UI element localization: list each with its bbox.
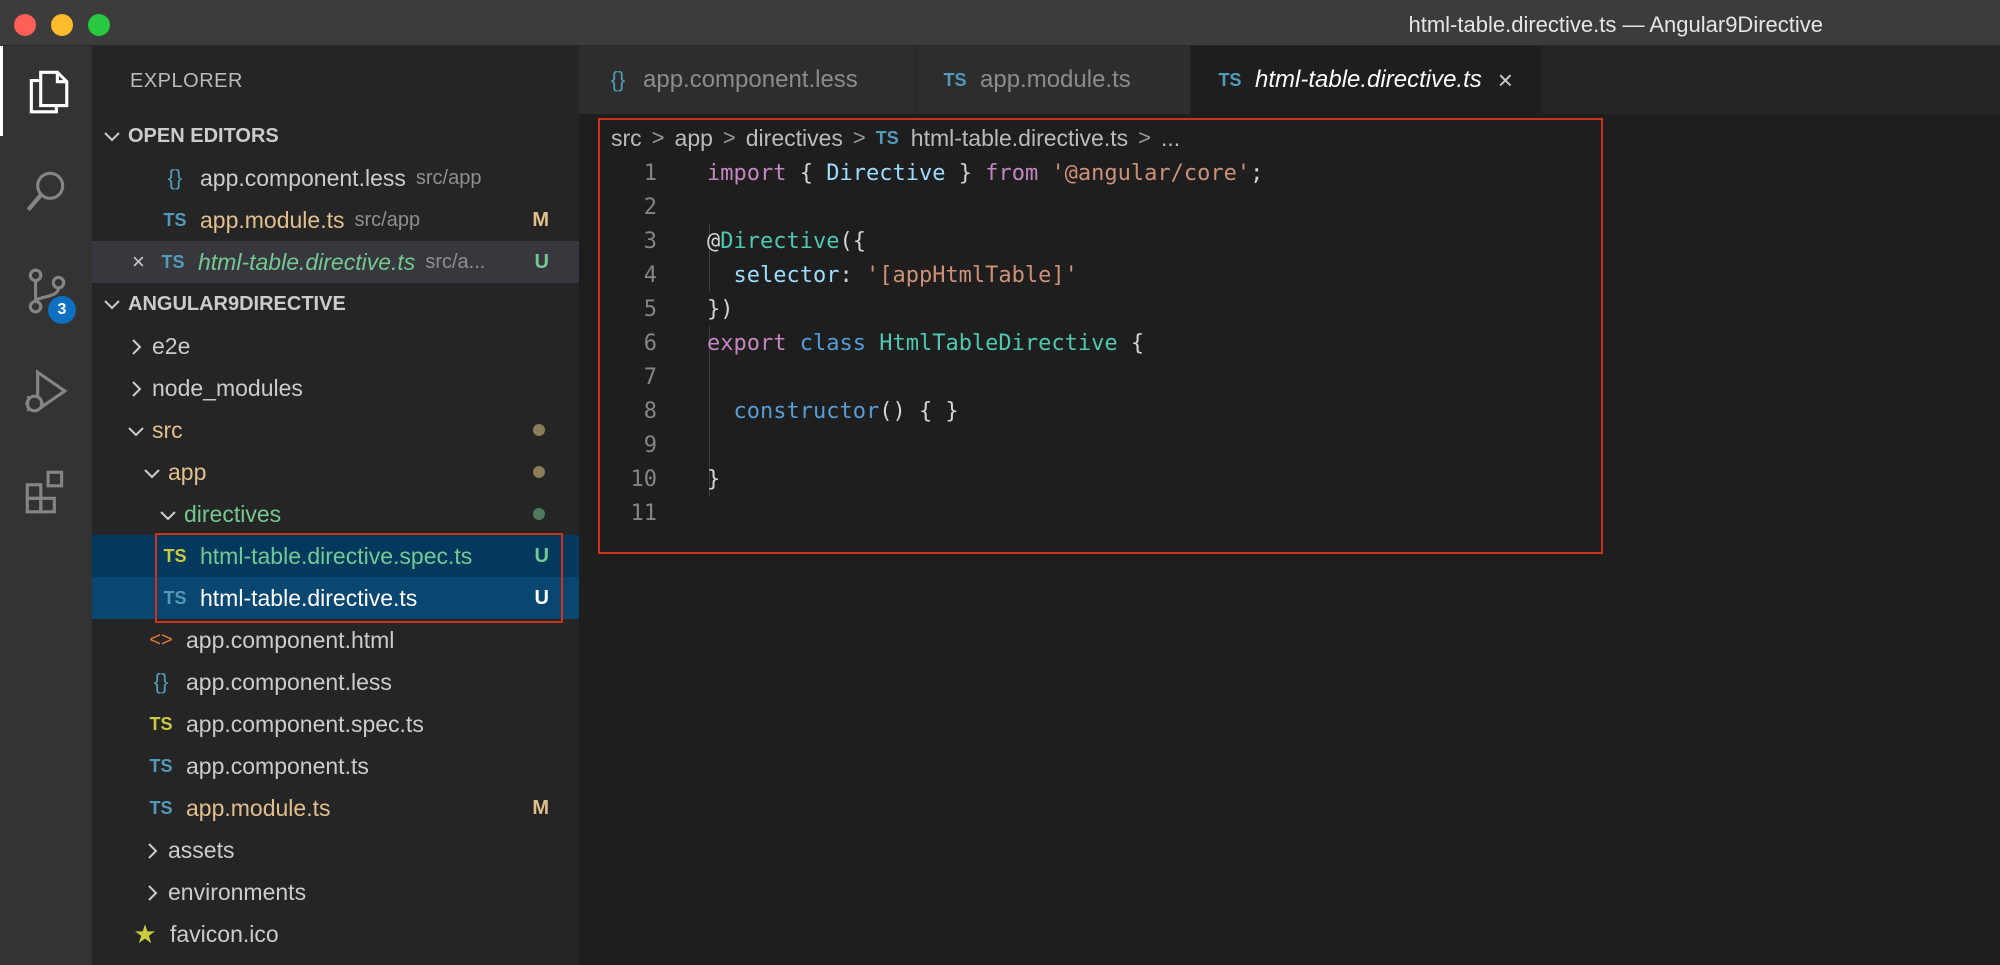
explorer-sidebar: EXPLORER OPEN EDITORS {} app.component.l…: [92, 46, 579, 965]
search-icon: [26, 171, 65, 212]
typescript-file-icon: TS: [149, 797, 173, 818]
tree-folder-environments[interactable]: environments: [92, 871, 579, 913]
typescript-file-icon: TS: [149, 755, 173, 776]
extensions-activity-button[interactable]: [0, 446, 92, 536]
chevron-down-icon: [102, 294, 122, 314]
html-file-icon: <>: [149, 628, 173, 651]
run-debug-icon: [25, 369, 68, 413]
title-bar: html-table.directive.ts — Angular9Direct…: [0, 0, 2000, 46]
star-icon: ★: [133, 918, 157, 949]
less-file-icon: {}: [167, 165, 183, 190]
close-icon[interactable]: ×: [132, 249, 154, 275]
chevron-right-icon: [126, 378, 146, 398]
source-control-activity-button[interactable]: 3: [0, 246, 92, 336]
chevron-down-icon: [126, 420, 146, 440]
typescript-file-icon: TS: [161, 251, 185, 272]
tree-folder-app[interactable]: app: [92, 451, 579, 493]
files-icon: [29, 70, 68, 114]
editor-tab-bar: {} app.component.less TS app.module.ts T…: [579, 46, 2000, 114]
tree-file-module-ts[interactable]: TS app.module.ts M: [92, 787, 579, 829]
explorer-title: EXPLORER: [130, 70, 243, 92]
window-title: html-table.directive.ts — Angular9Direct…: [1408, 12, 1824, 37]
less-file-icon: {}: [610, 67, 626, 92]
modified-dot: [533, 466, 545, 478]
chevron-right-icon: [126, 336, 146, 356]
activity-bar: 3: [0, 46, 92, 965]
modified-flag: M: [532, 796, 549, 819]
tree-file-component-less[interactable]: {} app.component.less: [92, 661, 579, 703]
untracked-dot: [533, 508, 545, 520]
search-activity-button[interactable]: [0, 146, 92, 236]
typescript-spec-file-icon: TS: [149, 713, 173, 734]
run-debug-activity-button[interactable]: [0, 346, 92, 436]
tree-folder-node-modules[interactable]: node_modules: [92, 367, 579, 409]
chevron-right-icon: [142, 840, 162, 860]
modified-flag: M: [532, 208, 549, 231]
open-editor-item-active[interactable]: × TS html-table.directive.ts src/a... U: [92, 241, 579, 283]
project-header[interactable]: ANGULAR9DIRECTIVE: [92, 283, 579, 325]
code-editor[interactable]: src > app > directives > TS html-table.d…: [579, 114, 2000, 965]
close-tab-icon[interactable]: ×: [1498, 65, 1513, 96]
tree-file-component-html[interactable]: <> app.component.html: [92, 619, 579, 661]
chevron-down-icon: [142, 462, 162, 482]
typescript-file-icon: TS: [1218, 69, 1242, 90]
tree-folder-src[interactable]: src: [92, 409, 579, 451]
highlight-box: [598, 118, 1603, 554]
highlight-box: [155, 533, 563, 623]
chevron-down-icon: [158, 504, 178, 524]
chevron-right-icon: [142, 882, 162, 902]
less-file-icon: {}: [153, 669, 169, 694]
tree-folder-assets[interactable]: assets: [92, 829, 579, 871]
tab-app-module-ts[interactable]: TS app.module.ts: [916, 46, 1191, 114]
tab-html-table-directive-ts[interactable]: TS html-table.directive.ts ×: [1191, 46, 1543, 114]
tree-file-favicon[interactable]: ★ favicon.ico: [92, 913, 579, 955]
source-control-badge: 3: [48, 296, 76, 324]
typescript-file-icon: TS: [163, 209, 187, 230]
tree-file-component-ts[interactable]: TS app.component.ts: [92, 745, 579, 787]
extensions-icon: [25, 470, 64, 514]
open-editor-item[interactable]: TS app.module.ts src/app M: [92, 199, 579, 241]
explorer-activity-button[interactable]: [0, 46, 92, 136]
open-editors-header[interactable]: OPEN EDITORS: [92, 115, 579, 157]
typescript-file-icon: TS: [943, 69, 967, 90]
tree-file-component-spec[interactable]: TS app.component.spec.ts: [92, 703, 579, 745]
chevron-down-icon: [102, 126, 122, 146]
tab-app-component-less[interactable]: {} app.component.less: [579, 46, 916, 114]
untracked-flag: U: [534, 250, 549, 273]
modified-dot: [533, 424, 545, 436]
tree-folder-directives[interactable]: directives: [92, 493, 579, 535]
open-editor-item[interactable]: {} app.component.less src/app: [92, 157, 579, 199]
tree-folder-e2e[interactable]: e2e: [92, 325, 579, 367]
